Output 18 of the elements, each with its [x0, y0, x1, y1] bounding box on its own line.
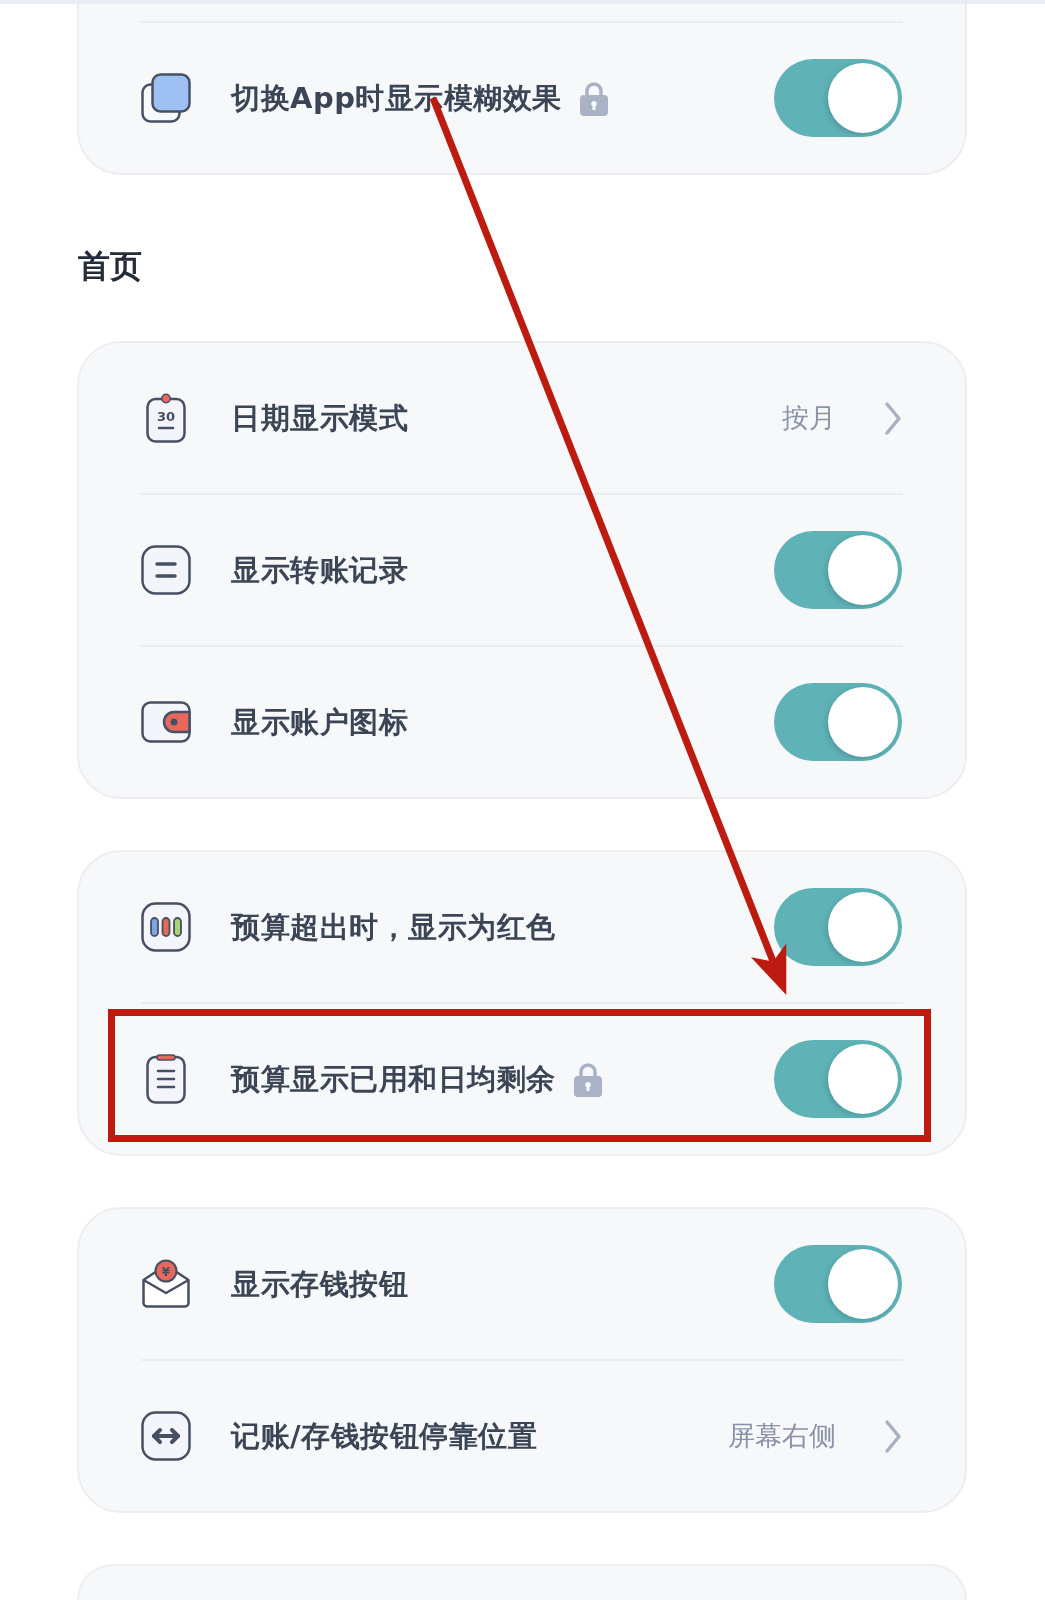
chevron-right-icon[interactable] — [884, 1418, 902, 1454]
bar-chart-icon — [141, 902, 191, 952]
setting-label: 日期显示模式 — [231, 400, 408, 437]
setting-label: 预算显示已用和日均剩余 — [231, 1061, 556, 1098]
setting-label: 预算超出时，显示为红色 — [231, 909, 556, 946]
setting-label: 显示存钱按钮 — [231, 1266, 408, 1303]
setting-value: 按月 — [782, 401, 836, 435]
wallet-icon — [141, 701, 191, 743]
section-heading: 首页 — [78, 246, 142, 286]
clipboard-icon — [146, 1054, 186, 1104]
equals-icon — [141, 545, 191, 595]
setting-value: 屏幕右侧 — [728, 1419, 836, 1453]
stacked-squares-icon — [141, 73, 191, 123]
chevron-right-icon[interactable] — [884, 400, 902, 436]
setting-label: 显示转账记录 — [231, 552, 408, 589]
toggle-switch[interactable] — [774, 888, 902, 966]
setting-label: 记账/存钱按钮停靠位置 — [231, 1418, 538, 1455]
setting-label: 显示账户图标 — [231, 704, 408, 741]
